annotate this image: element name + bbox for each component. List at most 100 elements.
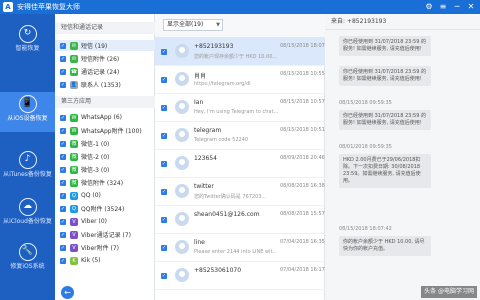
avatar-icon (175, 128, 189, 142)
category-label: WhatsApp附件 (100) (81, 128, 142, 135)
filter-selected: 显示全部(19) (167, 21, 204, 28)
phone-icon: 📱 (18, 95, 37, 113)
message-sender: shean0451@126.com (194, 211, 260, 218)
message-preview: Hey, I'm using Telegram to chat... (194, 109, 279, 115)
avatar-icon (175, 156, 189, 170)
settings-icon[interactable]: ⚙ (422, 0, 436, 14)
attachment-icon: ✉ (70, 54, 78, 63)
category-call-log[interactable]: ✓ ☎ 通话记录 (24) (55, 66, 155, 77)
category-whatsapp[interactable]: ✓ W WhatsApp (6) (55, 112, 155, 123)
minimize-button[interactable]: ─ (450, 0, 464, 14)
avatar-icon (175, 212, 189, 226)
whatsapp-icon: W (70, 113, 78, 122)
message-row[interactable]: ✓ telegram Telegram code 52240 08/15/201… (155, 122, 325, 150)
category-label: 微信-1 (0) (81, 141, 110, 148)
checkbox[interactable]: ✓ (60, 55, 66, 62)
category-label: WhatsApp (6) (81, 114, 123, 121)
category-wechat-1[interactable]: ✓ 微 微信-1 (0) (55, 138, 155, 149)
avatar-icon (175, 184, 189, 198)
nav-itunes-recovery[interactable]: ♪ 从iTunes备份恢复 (0, 148, 55, 188)
message-row[interactable]: ✓ Ian Hey, I'm using Telegram to chat...… (155, 94, 325, 122)
checkbox[interactable]: ✓ (60, 166, 66, 173)
category-viber-attachments[interactable]: ✓ V Viber附件 (7) (55, 242, 155, 253)
checkbox[interactable]: ✓ (161, 217, 167, 223)
checkbox[interactable]: ✓ (60, 140, 66, 147)
nav-label: 从iTunes备份恢复 (3, 171, 52, 178)
nav-smart-recovery[interactable]: ↻ 智能恢复 (0, 22, 55, 62)
message-time: 08/15/2018 10:57 (280, 99, 325, 105)
message-time: 08/15/2018 10:55 (280, 71, 325, 77)
category-label: QQ附件 (3524) (81, 206, 125, 213)
checkbox[interactable]: ✓ (161, 49, 167, 55)
message-preview: Please enter 2144 into LINE wit... (194, 249, 278, 255)
checkbox[interactable]: ✓ (60, 153, 66, 160)
checkbox[interactable]: ✓ (60, 42, 66, 49)
category-sms[interactable]: ✓ ✉ 短信 (19) (55, 40, 155, 51)
checkbox[interactable]: ✓ (161, 273, 167, 279)
phone-icon: ☎ (70, 67, 78, 76)
message-sender: +852193193 (194, 43, 234, 50)
filter-dropdown[interactable]: 显示全部(19) ▼ (163, 19, 223, 31)
title-bar: A 安得佳苹果恢复大师 ⚙ ≡ ─ ✕ (0, 0, 480, 14)
category-wechat-3[interactable]: ✓ 微 微信-3 (0) (55, 164, 155, 175)
message-row[interactable]: ✓ +852193193 您的帐户现存余额少于 HKD 10.00... 08/… (155, 38, 325, 66)
category-wechat-2[interactable]: ✓ 微 微信-2 (0) (55, 151, 155, 162)
checkbox[interactable]: ✓ (60, 81, 66, 88)
checkbox[interactable]: ✓ (60, 114, 66, 121)
category-contacts[interactable]: ✓ 👤 联系人 (1353) (55, 79, 155, 90)
left-nav: ↻ 智能恢复 📱 从iOS设备恢复 ♪ 从iTunes备份恢复 ☁ 从iClou… (0, 14, 55, 300)
checkbox[interactable]: ✓ (161, 105, 167, 111)
wrench-icon: 🔧 (18, 243, 37, 261)
message-row[interactable]: ✓ +85253061070 07/04/2018 16:17 (155, 262, 325, 290)
checkbox[interactable]: ✓ (60, 68, 66, 75)
message-row[interactable]: ✓ line Please enter 2144 into LINE wit..… (155, 234, 325, 262)
avatar-icon (175, 240, 189, 254)
nav-label: 从iCloud备份恢复 (3, 218, 52, 225)
nav-repair-ios[interactable]: 🔧 修复iOS系统 (0, 240, 55, 280)
message-row[interactable]: ✓ 123654 08/09/2018 20:46 (155, 150, 325, 178)
checkbox[interactable]: ✓ (161, 133, 167, 139)
checkbox[interactable]: ✓ (60, 127, 66, 134)
category-qq-attachments[interactable]: ✓ Q QQ附件 (3524) (55, 203, 155, 214)
checkbox[interactable]: ✓ (60, 192, 66, 199)
checkbox[interactable]: ✓ (60, 244, 66, 251)
message-row[interactable]: ✓ 肖肖 https://telegram.org/dl 08/15/2018 … (155, 66, 325, 94)
checkbox[interactable]: ✓ (60, 231, 66, 238)
category-qq[interactable]: ✓ Q QQ (0) (55, 190, 155, 201)
checkbox[interactable]: ✓ (161, 245, 167, 251)
category-viber-calls[interactable]: ✓ V Viber通话记录 (7) (55, 229, 155, 240)
nav-icloud-recovery[interactable]: ☁ 从iCloud备份恢复 (0, 195, 55, 235)
checkbox[interactable]: ✓ (60, 179, 66, 186)
back-button[interactable]: ← (61, 286, 74, 299)
close-button[interactable]: ✕ (464, 0, 478, 14)
avatar-icon (175, 268, 189, 282)
category-kik[interactable]: ✓ K Kik (5) (55, 255, 155, 266)
category-viber[interactable]: ✓ V Viber (0) (55, 216, 155, 227)
category-sms-attachments[interactable]: ✓ ✉ 短信附件 (26) (55, 53, 155, 64)
message-row[interactable]: ✓ shean0451@126.com 08/08/2018 15:57 (155, 206, 325, 234)
section-title: 第三方应用 (55, 96, 155, 108)
checkbox[interactable]: ✓ (161, 77, 167, 83)
avatar-icon (175, 72, 189, 86)
message-row[interactable]: ✓ twitter 您的Twitter确认码是 767203... 08/08/… (155, 178, 325, 206)
cloud-icon: ☁ (18, 198, 37, 216)
category-whatsapp-attachments[interactable]: ✓ W WhatsApp附件 (100) (55, 125, 155, 136)
checkbox[interactable]: ✓ (60, 218, 66, 225)
message-preview: https://telegram.org/dl (194, 81, 251, 87)
category-panel: 短信和通话记录 ✓ ✉ 短信 (19) ✓ ✉ 短信附件 (26) ✓ ☎ 通话… (55, 14, 155, 300)
category-label: 短信附件 (26) (81, 56, 120, 63)
checkbox[interactable]: ✓ (161, 189, 167, 195)
checkbox[interactable]: ✓ (161, 161, 167, 167)
message-time: 08/15/2018 10:51 (280, 127, 325, 133)
category-label: Kik (5) (81, 257, 101, 264)
category-label: 联系人 (1353) (81, 82, 121, 89)
menu-icon[interactable]: ≡ (436, 0, 450, 14)
category-label: QQ (0) (81, 192, 101, 199)
checkbox[interactable]: ✓ (60, 257, 66, 264)
category-wechat-attachments[interactable]: ✓ 微 微信附件 (324) (55, 177, 155, 188)
message-time: 08/08/2018 16:38 (280, 183, 325, 189)
viber-icon: V (70, 217, 78, 226)
checkbox[interactable]: ✓ (60, 205, 66, 212)
chevron-down-icon: ▼ (216, 22, 220, 28)
nav-ios-device-recovery[interactable]: 📱 从iOS设备恢复 (0, 92, 55, 132)
